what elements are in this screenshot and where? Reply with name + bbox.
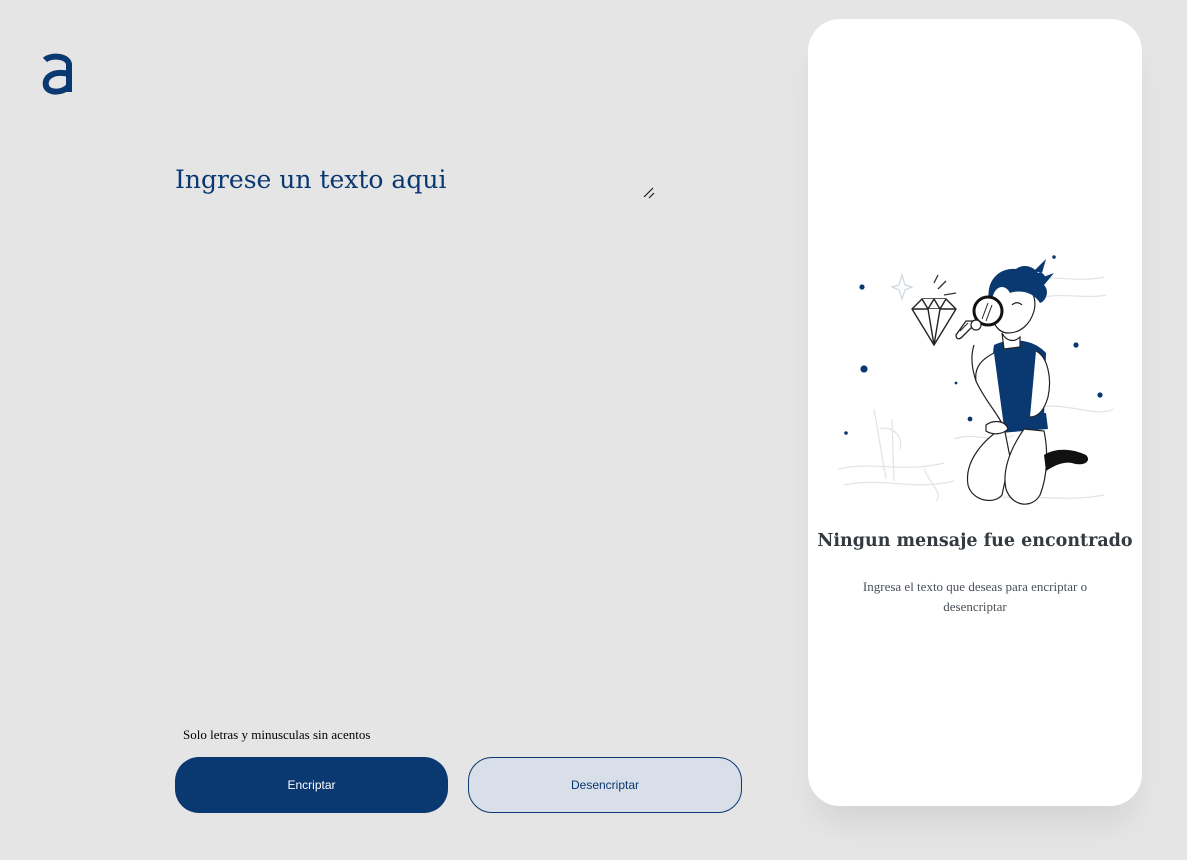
- text-input[interactable]: [175, 160, 657, 200]
- alura-logo-icon: [42, 53, 72, 95]
- page: Solo letras y minusculas sin acentos Enc…: [0, 0, 1187, 860]
- hint-text: Solo letras y minusculas sin acentos: [183, 727, 371, 742]
- input-hint: Solo letras y minusculas sin acentos: [183, 727, 370, 743]
- empty-state-description: Ingresa el texto que deseas para encript…: [862, 579, 1088, 614]
- output-panel: Ningun mensaje fue encontrado Ingresa el…: [808, 19, 1142, 806]
- empty-state-title: Ningun mensaje fue encontrado: [817, 531, 1133, 551]
- resize-handle-icon[interactable]: [642, 186, 656, 200]
- person-with-magnifying-glass-illustration: [837, 255, 1115, 505]
- encrypt-button[interactable]: Encriptar: [175, 757, 448, 813]
- decrypt-button[interactable]: Desencriptar: [468, 757, 742, 813]
